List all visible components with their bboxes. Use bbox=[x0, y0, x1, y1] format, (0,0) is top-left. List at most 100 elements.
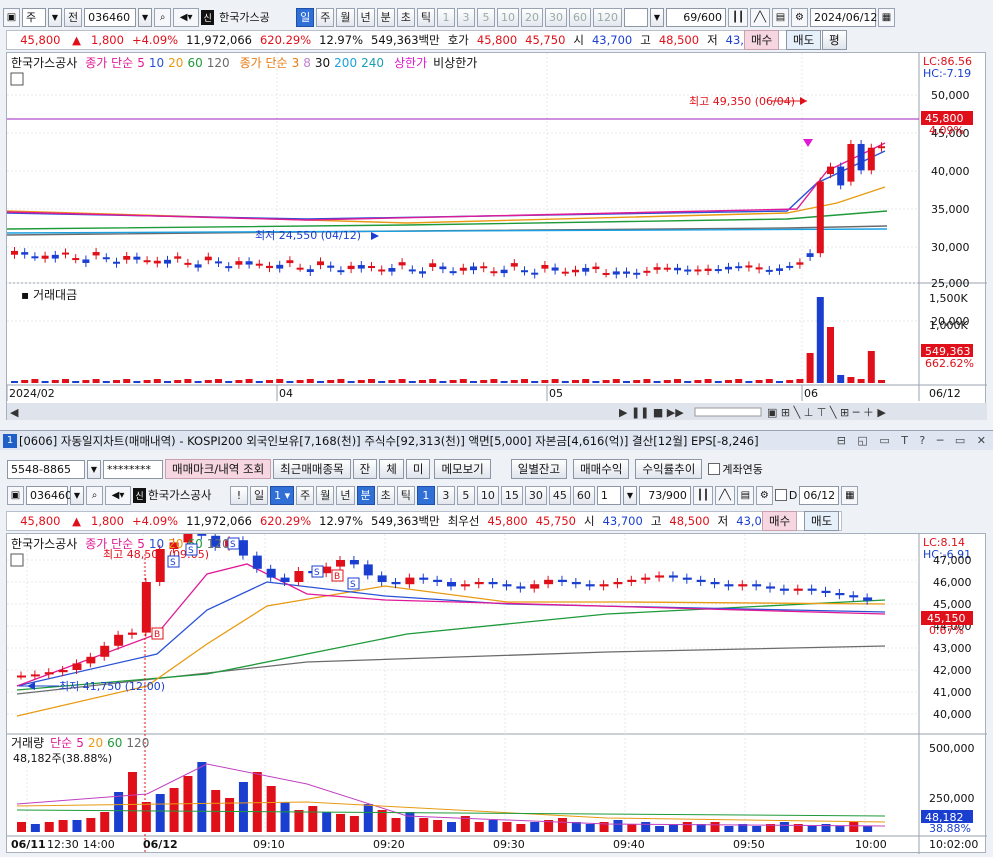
window-menu-icon[interactable]: ▣ bbox=[7, 485, 24, 505]
tab-tick-2[interactable]: 틱 bbox=[396, 485, 415, 505]
num-20-button[interactable]: 20 bbox=[521, 7, 543, 27]
num2-45-button[interactable]: 45 bbox=[548, 485, 571, 505]
save-icon[interactable]: ▤ bbox=[772, 7, 789, 27]
scroll-left-icon[interactable]: ◀ bbox=[10, 406, 19, 419]
recent-trades-button[interactable]: 최근매매종목 bbox=[273, 459, 351, 479]
line-type-icon[interactable]: ╱╲ bbox=[750, 7, 770, 27]
grid-toggle-icon[interactable] bbox=[10, 553, 24, 567]
interval-input[interactable]: 1 bbox=[596, 485, 621, 505]
chevron-down-icon[interactable]: ▼ bbox=[87, 459, 101, 479]
period-select[interactable]: 주 bbox=[22, 7, 46, 27]
save-icon[interactable]: ▤ bbox=[736, 485, 754, 505]
candle bbox=[793, 588, 803, 591]
count-input[interactable]: 69/600 bbox=[666, 7, 726, 27]
code-input[interactable]: 036460 bbox=[84, 7, 137, 27]
trade-profit-button[interactable]: 매매수익 bbox=[573, 459, 630, 479]
code-input-2[interactable]: 036460 bbox=[26, 485, 72, 505]
memo-button[interactable]: 메모보기 bbox=[434, 459, 491, 479]
num2-15-button[interactable]: 15 bbox=[500, 485, 523, 505]
buy-button[interactable]: 매수 bbox=[744, 30, 780, 50]
daily-chart[interactable]: 한국가스공사 종가 단순 5 10 20 60 120 종가 단순 3 8 30 200 240 상한가 비… bbox=[6, 53, 987, 421]
account-link-checkbox[interactable] bbox=[708, 463, 721, 475]
executed-button[interactable]: 체 bbox=[379, 459, 404, 479]
date-checkbox[interactable] bbox=[774, 489, 787, 501]
volume-bar bbox=[153, 379, 161, 383]
credit-icon: 신 bbox=[201, 9, 215, 25]
num2-30-button[interactable]: 30 bbox=[524, 485, 547, 505]
intraday-chart[interactable]: 한국가스공사종가 단순5102060120 LC:8.14 HC:-6.91 4… bbox=[7, 529, 987, 854]
date-input-2[interactable]: 06/12 bbox=[799, 485, 840, 505]
candle-type-icon[interactable]: ┃┃ bbox=[728, 7, 748, 27]
tab-minute[interactable]: 분 bbox=[376, 7, 395, 27]
tab-month-2[interactable]: 월 bbox=[316, 485, 335, 505]
chevron-down-icon[interactable]: ▼ bbox=[622, 485, 637, 505]
num2-5-button[interactable]: 5 bbox=[456, 485, 475, 505]
avg-button[interactable]: 평 bbox=[822, 30, 847, 50]
candle bbox=[806, 253, 814, 257]
num-30-button[interactable]: 30 bbox=[545, 7, 567, 27]
tab-month[interactable]: 월 bbox=[336, 7, 355, 27]
pending-button[interactable]: 미 bbox=[405, 459, 431, 479]
gear-icon[interactable]: ⚙ bbox=[755, 485, 773, 505]
window-menu-icon[interactable]: ▣ bbox=[3, 7, 20, 27]
window-controls[interactable]: ⊟ ◱ ▭ T ? ─ ▭ ✕ bbox=[837, 434, 990, 447]
candle bbox=[460, 584, 470, 587]
search-icon[interactable]: ⌕ bbox=[154, 7, 172, 27]
alert-button[interactable]: ! bbox=[230, 485, 248, 505]
gear-icon[interactable]: ⚙ bbox=[791, 7, 808, 27]
num-10-button[interactable]: 10 bbox=[497, 7, 519, 27]
speaker-icon[interactable]: ◀▾ bbox=[105, 485, 131, 505]
sell-button[interactable]: 매도 bbox=[786, 30, 822, 50]
chevron-down-icon[interactable]: ▼ bbox=[70, 485, 84, 505]
num-5-button[interactable]: 5 bbox=[477, 7, 495, 27]
daily-balance-button[interactable]: 일별잔고 bbox=[510, 459, 568, 479]
volume-bar bbox=[368, 379, 375, 383]
tab-day[interactable]: 일 bbox=[296, 7, 315, 27]
grid-toggle-icon[interactable] bbox=[10, 72, 24, 86]
num-120-button[interactable]: 120 bbox=[593, 7, 622, 27]
num2-3-button[interactable]: 3 bbox=[436, 485, 455, 505]
num2-60-button[interactable]: 60 bbox=[572, 485, 595, 505]
line-type-icon[interactable]: ╱╲ bbox=[714, 485, 735, 505]
num2-1-button[interactable]: 1 bbox=[416, 485, 435, 505]
num-1-button[interactable]: 1 bbox=[437, 7, 455, 27]
num-3-button[interactable]: 3 bbox=[457, 7, 475, 27]
chart-tools[interactable]: ▣ ⊞ ╲ ⊥ ⊤ ╲ ⊞ ─ ＋ ▶ bbox=[767, 405, 886, 419]
tab-second-2[interactable]: 초 bbox=[376, 485, 395, 505]
playback-controls[interactable]: ▶ ❚❚ ■ ▶▶ bbox=[619, 406, 684, 419]
tab-year[interactable]: 년 bbox=[356, 7, 375, 27]
volume-bar bbox=[592, 381, 600, 383]
password-field[interactable]: ******** bbox=[103, 459, 163, 479]
search-icon[interactable]: ⌕ bbox=[86, 485, 103, 505]
speaker-icon[interactable]: ◀▾ bbox=[173, 7, 200, 27]
sell-button-2[interactable]: 매도 bbox=[804, 511, 840, 531]
chevron-down-icon[interactable]: ▼ bbox=[138, 7, 153, 27]
tab-week-2[interactable]: 주 bbox=[296, 485, 315, 505]
return-trend-button[interactable]: 수익률추이 bbox=[635, 459, 703, 479]
tab-interval-select[interactable]: 1 ▾ bbox=[270, 485, 295, 505]
all-button[interactable]: 전 bbox=[64, 7, 83, 27]
balance-button[interactable]: 잔 bbox=[352, 459, 378, 479]
calendar-icon[interactable]: ▦ bbox=[878, 7, 895, 27]
tab-year-2[interactable]: 년 bbox=[336, 485, 355, 505]
candle bbox=[184, 262, 192, 265]
tab-second[interactable]: 초 bbox=[396, 7, 415, 27]
date-input[interactable]: 2024/06/12 bbox=[810, 7, 877, 27]
candle bbox=[779, 588, 789, 591]
tab-tick[interactable]: 틱 bbox=[416, 7, 435, 27]
tab-week[interactable]: 주 bbox=[316, 7, 335, 27]
chevron-down-icon[interactable]: ▼ bbox=[48, 7, 62, 27]
buy-button-2[interactable]: 매수 bbox=[762, 511, 798, 531]
tab-day-2[interactable]: 일 bbox=[250, 485, 269, 505]
chevron-down-icon[interactable]: ▼ bbox=[650, 7, 664, 27]
count-input-2[interactable]: 73/900 bbox=[638, 485, 691, 505]
trade-mark-query-button[interactable]: 매매마크/내역 조회 bbox=[165, 459, 272, 479]
account-number[interactable]: 5548-8865 bbox=[7, 459, 85, 479]
calendar-icon[interactable]: ▦ bbox=[841, 485, 859, 505]
num2-10-button[interactable]: 10 bbox=[476, 485, 499, 505]
custom-interval-input[interactable] bbox=[624, 7, 648, 27]
num-60-button[interactable]: 60 bbox=[569, 7, 591, 27]
zoom-slider[interactable] bbox=[694, 407, 762, 417]
tab-minute-2[interactable]: 분 bbox=[356, 485, 375, 505]
candle-type-icon[interactable]: ┃┃ bbox=[692, 485, 713, 505]
